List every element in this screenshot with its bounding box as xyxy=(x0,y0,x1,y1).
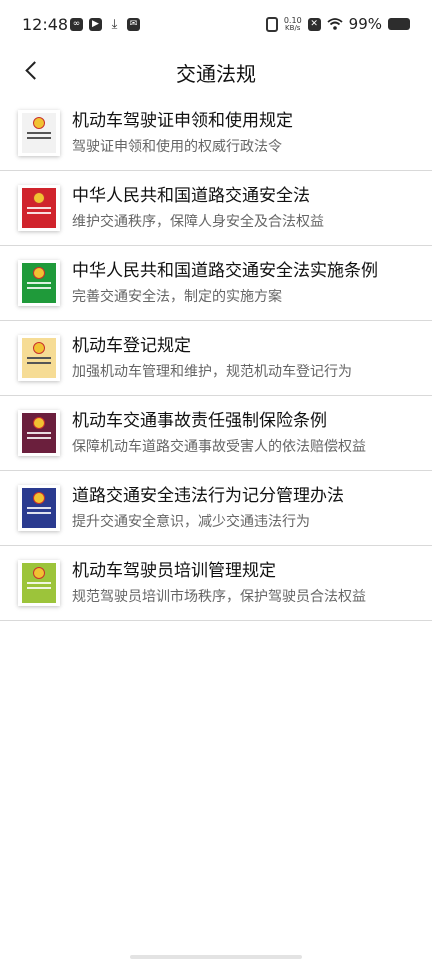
list-item[interactable]: 道路交通安全违法行为记分管理办法提升交通安全意识，减少交通违法行为 xyxy=(0,471,432,546)
emblem-icon xyxy=(33,117,45,129)
list-item[interactable]: 机动车驾驶员培训管理规定规范驾驶员培训市场秩序，保护驾驶员合法权益 xyxy=(0,546,432,621)
item-description: 加强机动车管理和维护，规范机动车登记行为 xyxy=(72,364,352,380)
wifi-icon xyxy=(327,18,343,30)
emblem-icon xyxy=(33,417,45,429)
regulation-list: 机动车驾驶证申领和使用规定驾驶证申领和使用的权威行政法令中华人民共和国道路交通安… xyxy=(0,96,432,621)
item-title: 机动车登记规定 xyxy=(72,336,191,356)
book-cover-icon xyxy=(18,110,60,156)
item-description: 规范驾驶员培训市场秩序，保护驾驶员合法权益 xyxy=(72,589,366,605)
download-icon: ⤓ xyxy=(111,17,118,32)
battery-percent: 99% xyxy=(348,15,382,33)
item-description: 完善交通安全法，制定的实施方案 xyxy=(72,289,282,305)
emblem-icon xyxy=(33,342,45,354)
emblem-icon xyxy=(33,567,45,579)
list-item[interactable]: 机动车交通事故责任强制保险条例保障机动车道路交通事故受害人的依法赔偿权益 xyxy=(0,396,432,471)
item-description: 保障机动车道路交通事故受害人的依法赔偿权益 xyxy=(72,439,366,455)
item-title: 机动车交通事故责任强制保险条例 xyxy=(72,411,327,431)
book-cover-icon xyxy=(18,410,60,456)
emblem-icon xyxy=(33,192,45,204)
item-description: 驾驶证申领和使用的权威行政法令 xyxy=(72,139,282,155)
notification-icons: ∞ ▶ ⤓ ✉ xyxy=(70,18,140,31)
status-bar: 12:48 ∞ ▶ ⤓ ✉ 0.10 KB/s ✕ 99% xyxy=(0,0,432,50)
battery-icon xyxy=(388,18,410,30)
vibrate-icon xyxy=(265,16,278,32)
net-speed: 0.10 KB/s xyxy=(284,16,302,32)
status-right: 0.10 KB/s ✕ 99% xyxy=(265,15,410,33)
item-description: 维护交通秩序，保障人身安全及合法权益 xyxy=(72,214,324,230)
item-title: 中华人民共和国道路交通安全法实施条例 xyxy=(72,261,378,281)
item-title: 中华人民共和国道路交通安全法 xyxy=(72,186,310,206)
item-title: 机动车驾驶员培训管理规定 xyxy=(72,561,276,581)
list-item[interactable]: 机动车登记规定加强机动车管理和维护，规范机动车登记行为 xyxy=(0,321,432,396)
book-cover-icon xyxy=(18,335,60,381)
message-icon: ✉ xyxy=(127,18,140,31)
play-store-icon: ▶ xyxy=(89,18,102,31)
list-item[interactable]: 中华人民共和国道路交通安全法维护交通秩序，保障人身安全及合法权益 xyxy=(0,171,432,246)
home-indicator[interactable] xyxy=(130,955,302,959)
list-item[interactable]: 中华人民共和国道路交通安全法实施条例完善交通安全法，制定的实施方案 xyxy=(0,246,432,321)
book-cover-icon xyxy=(18,260,60,306)
nav-bar: 交通法规 xyxy=(0,50,432,90)
no-sim-icon: ✕ xyxy=(307,17,321,31)
net-speed-unit: KB/s xyxy=(285,23,301,32)
book-cover-icon xyxy=(18,560,60,606)
cloud-sync-icon: ∞ xyxy=(70,18,83,31)
page-title: 交通法规 xyxy=(176,62,256,86)
item-description: 提升交通安全意识，减少交通违法行为 xyxy=(72,514,310,530)
list-item[interactable]: 机动车驾驶证申领和使用规定驾驶证申领和使用的权威行政法令 xyxy=(0,96,432,171)
book-cover-icon xyxy=(18,185,60,231)
emblem-icon xyxy=(33,492,45,504)
emblem-icon xyxy=(33,267,45,279)
status-time: 12:48 xyxy=(22,15,69,34)
item-title: 机动车驾驶证申领和使用规定 xyxy=(72,111,293,131)
book-cover-icon xyxy=(18,485,60,531)
item-title: 道路交通安全违法行为记分管理办法 xyxy=(72,486,344,506)
